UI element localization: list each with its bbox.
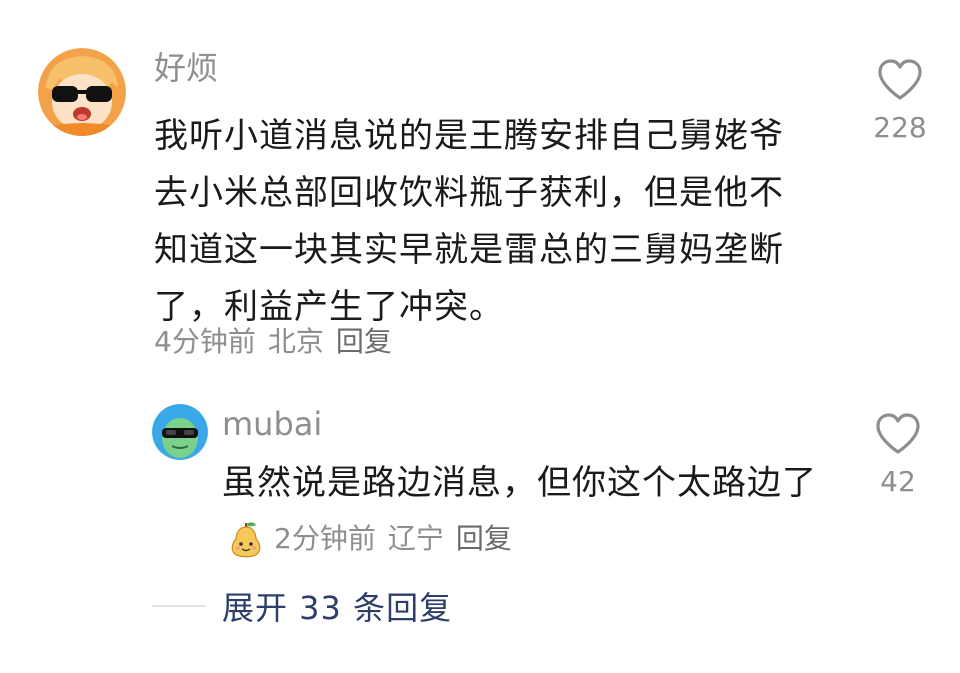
reply-reply-button[interactable]: 回复	[456, 522, 512, 555]
reply-like-button[interactable]: 42	[868, 412, 928, 500]
comment-meta: 4分钟前 北京 回复	[154, 322, 392, 362]
comment-content: 我听小道消息说的是王腾安排自己舅姥爷去小米总部回收饮料瓶子获利，但是他不知道这一…	[154, 116, 784, 327]
reply-content-block: 虽然说是路边消息，但你这个太路边了 2分钟前 辽宁 回复	[222, 456, 832, 566]
reply-location: 辽宁	[387, 522, 444, 555]
reply-like-count: 42	[880, 465, 916, 498]
heart-outline-icon	[878, 59, 922, 100]
reply-content: 虽然说是路边消息，但你这个太路边了	[222, 463, 817, 503]
reply-username[interactable]: mubai	[222, 404, 322, 444]
sunglasses-character-avatar-icon	[38, 48, 126, 136]
comment-time: 4分钟前	[154, 325, 256, 358]
reply-meta: 2分钟前 辽宁 回复	[274, 522, 512, 555]
comment-username[interactable]: 好烦	[154, 48, 218, 88]
comment-location: 北京	[267, 325, 324, 358]
expand-replies-button[interactable]: 展开 33 条回复	[222, 588, 452, 628]
comment-thread: 好烦 我听小道消息说的是王腾安排自己舅姥爷去小米总部回收饮料瓶子获利，但是他不知…	[0, 0, 960, 673]
reply-user-avatar[interactable]	[152, 404, 208, 460]
reply-time: 2分钟前	[274, 522, 376, 555]
heart-outline-icon	[876, 413, 920, 454]
comment-reply-button[interactable]: 回复	[336, 325, 392, 358]
comment-like-count: 228	[873, 111, 927, 144]
pear-emoji-icon	[226, 519, 266, 559]
green-alien-sunglasses-avatar-icon	[152, 404, 208, 460]
expand-divider	[152, 605, 206, 607]
comment-like-button[interactable]: 228	[870, 58, 930, 146]
user-avatar[interactable]	[38, 48, 126, 136]
